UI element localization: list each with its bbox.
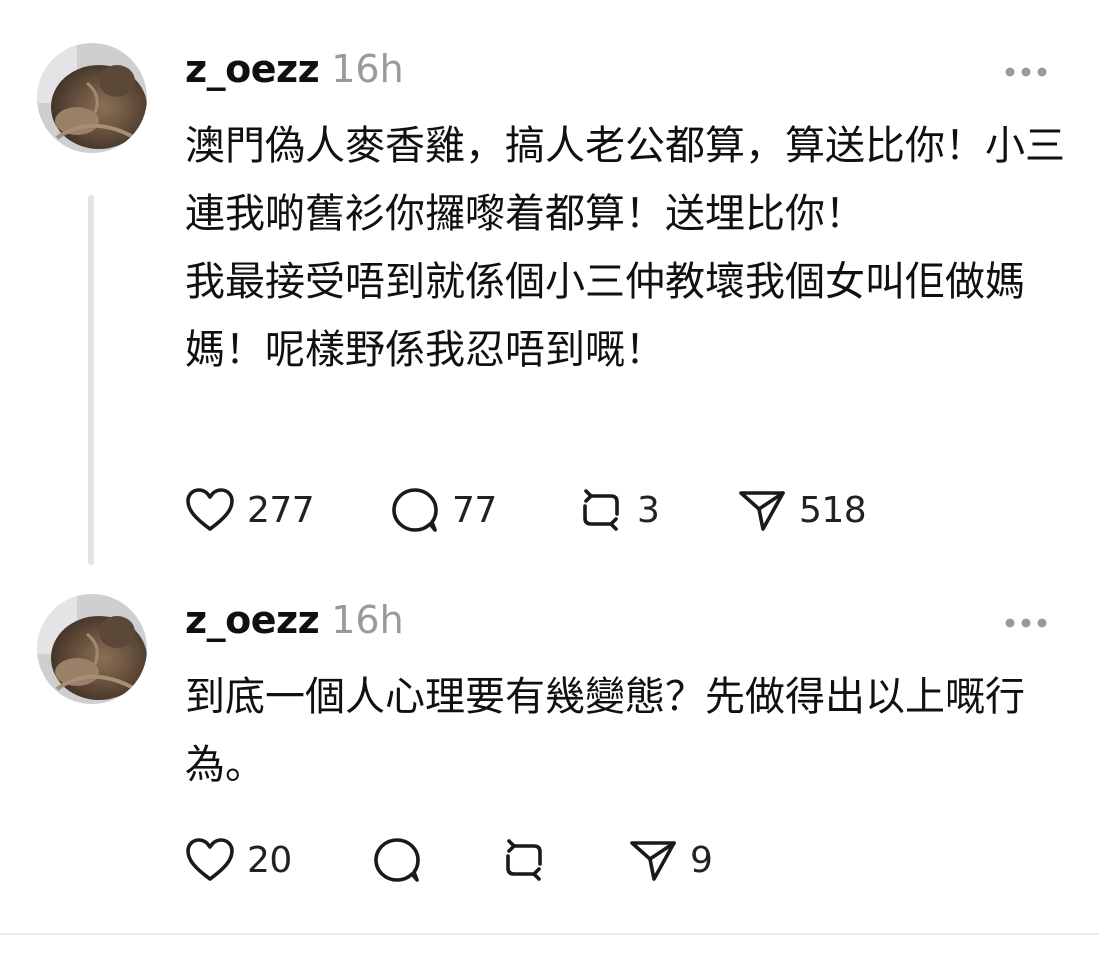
avatar[interactable] (37, 594, 147, 704)
like-button[interactable]: 20 (185, 836, 292, 884)
post-header: z_oezz 16h (185, 598, 404, 648)
share-button[interactable]: 9 (628, 836, 713, 884)
share-button[interactable]: 518 (737, 486, 867, 534)
comment-icon (390, 486, 440, 534)
timestamp: 16h (331, 598, 404, 642)
like-count: 277 (247, 489, 315, 531)
post-header: z_oezz 16h (185, 47, 404, 97)
post-text: 澳門偽人麥香雞，搞人老公都算，算送比你！小三連我啲舊衫你攞嚟着都算！送埋比你！ … (185, 112, 1065, 384)
reply-count: 77 (452, 489, 497, 531)
send-icon (628, 837, 678, 883)
repost-count: 3 (637, 489, 660, 531)
more-icon[interactable] (1000, 613, 1052, 633)
post-paragraph: 我最接受唔到就係個小三仲教壞我個女叫佢做媽媽！呢樣野係我忍唔到嘅！ (185, 259, 1025, 373)
share-count: 518 (799, 489, 867, 531)
username[interactable]: z_oezz (185, 47, 320, 91)
divider (0, 933, 1099, 935)
timestamp: 16h (331, 47, 404, 91)
repost-button[interactable]: 3 (577, 486, 660, 534)
post-paragraph: 到底一個人心理要有幾變態？先做得出以上嘅行為。 (185, 674, 1025, 788)
like-button[interactable]: 277 (185, 486, 315, 534)
comment-icon (372, 836, 422, 884)
like-count: 20 (247, 839, 292, 881)
heart-icon (185, 487, 235, 533)
post-paragraph: 澳門偽人麥香雞，搞人老公都算，算送比你！小三連我啲舊衫你攞嚟着都算！送埋比你！ (185, 123, 1065, 237)
avatar[interactable] (37, 43, 147, 153)
repost-icon (577, 486, 625, 534)
thread-line (88, 195, 94, 565)
reply-button[interactable]: 77 (390, 486, 497, 534)
heart-icon (185, 837, 235, 883)
send-icon (737, 487, 787, 533)
more-icon[interactable] (1000, 62, 1052, 82)
repost-icon (500, 836, 548, 884)
reply-button[interactable] (372, 836, 434, 884)
repost-button[interactable] (500, 836, 560, 884)
post-text: 到底一個人心理要有幾變態？先做得出以上嘅行為。 (185, 663, 1065, 799)
username[interactable]: z_oezz (185, 598, 320, 642)
share-count: 9 (690, 839, 713, 881)
